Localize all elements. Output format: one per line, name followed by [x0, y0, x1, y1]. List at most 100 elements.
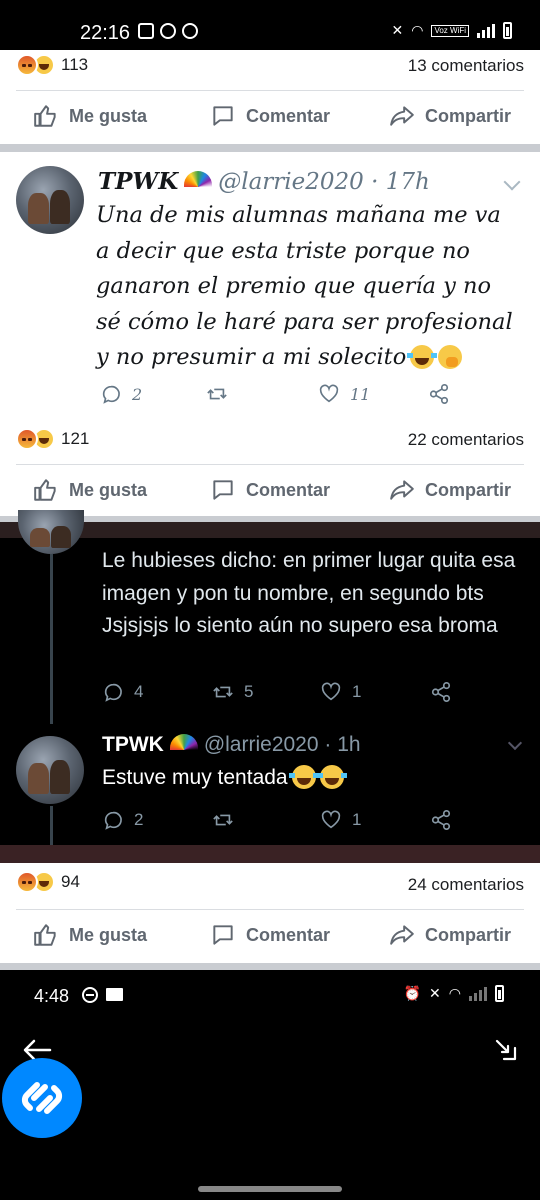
action-bar: Me gusta Comentar Compartir [0, 91, 540, 141]
folder-icon [106, 988, 123, 1001]
angry-reaction-icon [16, 428, 38, 450]
reaction-row[interactable]: 121 22 comentarios [0, 424, 540, 458]
share-stat[interactable] [430, 681, 452, 703]
speech-bubble-icon [213, 480, 233, 500]
phone-screen [0, 970, 540, 1200]
alarm-icon: ⏰ [403, 985, 422, 1001]
gallery-icon [138, 23, 154, 39]
notification-icons [138, 23, 198, 39]
reply-stat[interactable]: 2 [102, 809, 143, 831]
like-count: 11 [350, 384, 371, 404]
tweet-text: Una de mis alumnas mañana me va a decir … [96, 198, 516, 376]
avatar[interactable] [16, 166, 84, 234]
reply-icon [104, 811, 122, 830]
comment-label: Comentar [245, 924, 330, 945]
reply-stat[interactable]: 2 [100, 383, 142, 405]
comment-button[interactable]: Comentar [180, 91, 360, 141]
share-arrow-icon [390, 106, 414, 126]
reply-icon [102, 385, 120, 404]
retweet-stat[interactable] [212, 809, 234, 831]
angry-reaction-icon [16, 871, 38, 893]
retweet-icon [213, 686, 233, 698]
status-time: 4:48 [34, 986, 70, 1006]
thread-line [50, 806, 53, 846]
home-indicator[interactable] [198, 1186, 342, 1192]
tweet-handle-time: @larrie2020 · 1h [203, 733, 361, 756]
rainbow-icon [169, 734, 198, 750]
share-nodes-icon [429, 384, 449, 404]
share-arrow-icon [390, 925, 414, 945]
thumbs-up-icon [34, 479, 56, 501]
comment-count-link[interactable]: 13 comentarios [408, 56, 524, 76]
dnd-icon [82, 987, 98, 1003]
battery-icon [495, 985, 504, 1002]
mute-icon: ✕ [391, 22, 404, 38]
heart-icon [321, 810, 341, 829]
reply-icon [104, 683, 122, 702]
shazam-button[interactable] [2, 1058, 82, 1138]
retweet-icon [213, 814, 233, 826]
share-button[interactable]: Compartir [360, 91, 540, 141]
share-arrow-icon [390, 480, 414, 500]
comment-count-link[interactable]: 22 comentarios [408, 430, 524, 450]
reaction-count: 94 [61, 872, 80, 891]
like-button[interactable]: Me gusta [0, 910, 180, 960]
like-button[interactable]: Me gusta [0, 91, 180, 141]
tweet-author-name: TPWK [98, 168, 179, 195]
share-nodes-icon [431, 682, 451, 702]
retweet-stat[interactable] [206, 383, 228, 405]
action-bar: Me gusta Comentar Compartir [0, 465, 540, 515]
share-button[interactable]: Compartir [360, 910, 540, 960]
reply-count: 2 [132, 384, 143, 404]
reaction-count: 113 [61, 55, 89, 74]
tweet-handle-time: @larrie2020 · 17h [218, 168, 430, 195]
comment-count-link[interactable]: 24 comentarios [408, 875, 524, 895]
speech-bubble-icon [213, 106, 233, 126]
fb-post-footer-3: 94 24 comentarios Me gusta Comentar Comp… [0, 863, 540, 963]
share-label: Compartir [424, 105, 511, 126]
signal-icon [469, 986, 487, 1001]
retweet-icon [207, 388, 227, 400]
retweet-count: 5 [244, 682, 254, 701]
tweet-text: Estuve muy tentada [102, 765, 347, 790]
status-bar: 22:16 ✕ ◠ Voz WiFi [0, 0, 540, 50]
share-label: Compartir [424, 479, 511, 500]
action-bar: Me gusta Comentar Compartir [0, 910, 540, 960]
like-button[interactable]: Me gusta [0, 465, 180, 515]
status-time: 22:16 [80, 22, 131, 44]
tears-of-joy-emoji [288, 765, 319, 789]
expand-icon[interactable] [494, 1038, 518, 1062]
comment-button[interactable]: Comentar [180, 910, 360, 960]
like-stat[interactable]: 11 [318, 383, 370, 405]
heart-icon [319, 384, 339, 403]
hand-over-mouth-emoji [438, 345, 463, 369]
like-stat[interactable]: 1 [320, 681, 361, 703]
like-count: 1 [352, 810, 362, 829]
post-separator [0, 963, 540, 970]
like-label: Me gusta [68, 105, 147, 126]
shazam-notification-icon [182, 23, 198, 39]
avatar[interactable] [16, 736, 84, 804]
reply-tweet-text: Le hubieses dicho: en primer lugar quita… [102, 549, 516, 637]
share-stat[interactable] [430, 809, 452, 831]
mute-icon: ✕ [429, 985, 441, 1001]
tweet-author-name: TPWK [102, 733, 164, 756]
retweet-stat[interactable]: 5 [212, 681, 253, 703]
comment-label: Comentar [245, 479, 330, 500]
like-count: 1 [352, 682, 362, 701]
reply-stat[interactable]: 4 [102, 681, 143, 703]
comment-button[interactable]: Comentar [180, 465, 360, 515]
share-button[interactable]: Compartir [360, 465, 540, 515]
reaction-row[interactable]: 113 13 comentarios [0, 50, 540, 84]
system-icons: ⏰ ✕ ◠ [404, 985, 504, 1002]
signal-icon [477, 23, 495, 38]
post-separator [0, 144, 540, 152]
like-label: Me gusta [68, 479, 147, 500]
angry-reaction-icon [16, 54, 38, 76]
like-stat[interactable]: 1 [320, 809, 361, 831]
reaction-row[interactable]: 94 24 comentarios [0, 867, 540, 901]
reply-count: 4 [134, 682, 144, 701]
share-stat[interactable] [428, 383, 450, 405]
spotify-icon [160, 23, 176, 39]
voz-wifi-icon: Voz WiFi [431, 24, 469, 37]
